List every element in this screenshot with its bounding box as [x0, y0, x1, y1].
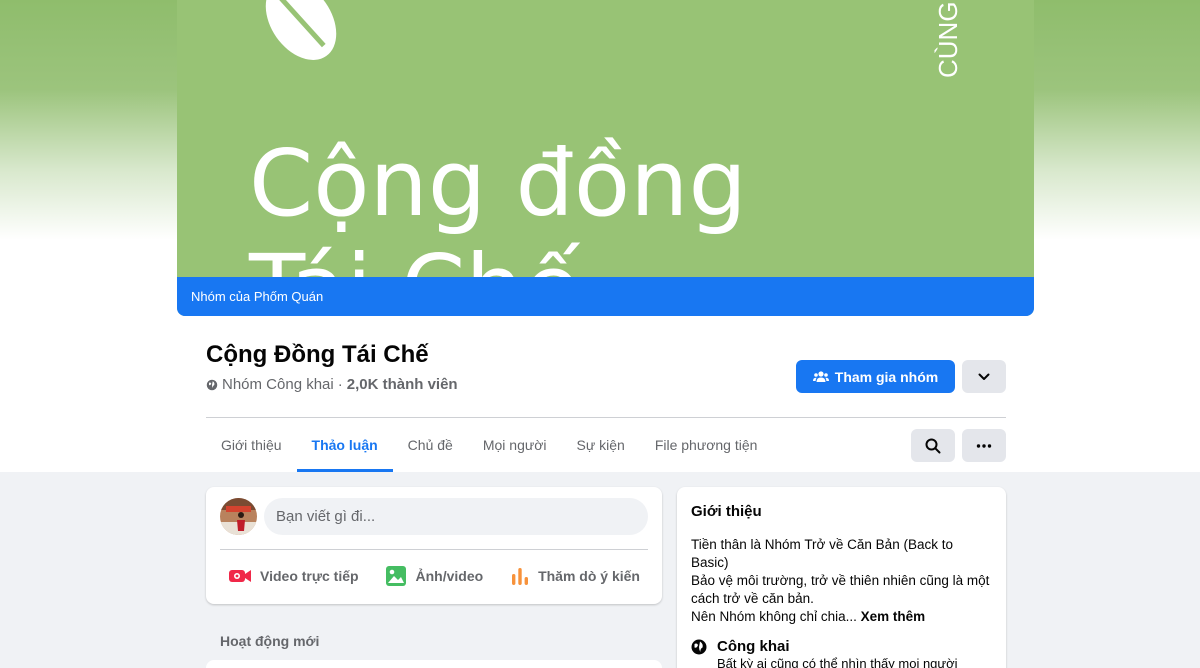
- cover-title-line1: Cộng đồng: [249, 130, 747, 237]
- see-more-link[interactable]: Xem thêm: [861, 609, 926, 624]
- tab-topics[interactable]: Chủ đề: [393, 418, 468, 472]
- about-title: Giới thiệu: [691, 503, 762, 520]
- join-group-label: Tham gia nhóm: [834, 368, 939, 385]
- about-line-3: Nên Nhóm không chỉ chia... Xem thêm: [691, 608, 992, 626]
- meta-separator: ·: [337, 376, 343, 393]
- about-line-2: Bảo vệ môi trường, trở về thiên nhiên cũ…: [691, 573, 990, 606]
- user-avatar-image: [220, 498, 257, 535]
- group-tabs: Giới thiệu Thảo luận Chủ đề Mọi người Sự…: [206, 418, 772, 472]
- tab-media[interactable]: File phương tiện: [640, 418, 773, 472]
- post-input[interactable]: Bạn viết gì đi...: [264, 498, 648, 535]
- group-privacy[interactable]: Nhóm Công khai: [222, 376, 334, 393]
- people-icon: [812, 370, 829, 382]
- globe-icon: [691, 639, 707, 654]
- photo-video-label: Ảnh/video: [415, 568, 484, 584]
- photo-video-button[interactable]: Ảnh/video: [377, 557, 491, 595]
- live-video-icon: [229, 570, 251, 582]
- composer-divider: [220, 549, 648, 550]
- cover-photo[interactable]: CÙNG Cộng đồng Tái Chế Nhóm của Phốm Quá…: [177, 0, 1034, 316]
- cover-owner-banner[interactable]: Nhóm của Phốm Quán: [177, 277, 1034, 316]
- globe-icon: [206, 379, 218, 390]
- more-actions-button[interactable]: [962, 429, 1006, 462]
- ellipsis-icon: [976, 443, 992, 448]
- search-icon: [925, 438, 941, 453]
- poll-label: Thăm dò ý kiến: [538, 568, 640, 584]
- cover-side-text: CÙNG: [933, 1, 963, 78]
- group-members[interactable]: 2,0K thành viên: [347, 376, 458, 393]
- tab-people[interactable]: Mọi người: [468, 418, 562, 472]
- cover-title-line2: Tái Chế: [248, 235, 581, 277]
- chevron-down-icon: [978, 373, 990, 380]
- recent-activity-heading: Hoạt động mới: [220, 633, 320, 649]
- tab-about[interactable]: Giới thiệu: [206, 418, 297, 472]
- more-options-button[interactable]: [962, 360, 1006, 393]
- about-line-1: Tiền thân là Nhóm Trở về Căn Bản (Back t…: [691, 537, 953, 570]
- cover-artwork: CÙNG Cộng đồng Tái Chế: [248, 0, 963, 277]
- privacy-title: Công khai: [717, 638, 790, 655]
- live-video-button[interactable]: Video trực tiếp: [220, 557, 367, 595]
- privacy-description: Bất kỳ ai cũng có thể nhìn thấy mọi ngườ…: [717, 656, 958, 668]
- photo-icon: [386, 566, 407, 586]
- live-video-label: Video trực tiếp: [260, 568, 359, 584]
- about-line-3-text: Nên Nhóm không chỉ chia...: [691, 609, 857, 624]
- join-group-button[interactable]: Tham gia nhóm: [796, 360, 955, 393]
- about-card: Giới thiệu Tiền thân là Nhóm Trở về Căn …: [677, 487, 1006, 668]
- tab-discussion[interactable]: Thảo luận: [296, 418, 393, 472]
- poll-button[interactable]: Thăm dò ý kiến: [502, 557, 648, 595]
- about-description: Tiền thân là Nhóm Trở về Căn Bản (Back t…: [691, 536, 992, 626]
- avatar[interactable]: [220, 498, 257, 535]
- composer-actions: Video trực tiếp Ảnh/video Thăm dò ý kiến: [220, 557, 648, 595]
- search-button[interactable]: [911, 429, 955, 462]
- tab-events[interactable]: Sự kiện: [562, 418, 640, 472]
- poll-icon: [512, 568, 529, 585]
- privacy-row: Công khai: [691, 638, 992, 655]
- feed-post-card: [206, 660, 662, 668]
- post-composer: Bạn viết gì đi... Video trực tiếp Ảnh/vi…: [206, 487, 662, 604]
